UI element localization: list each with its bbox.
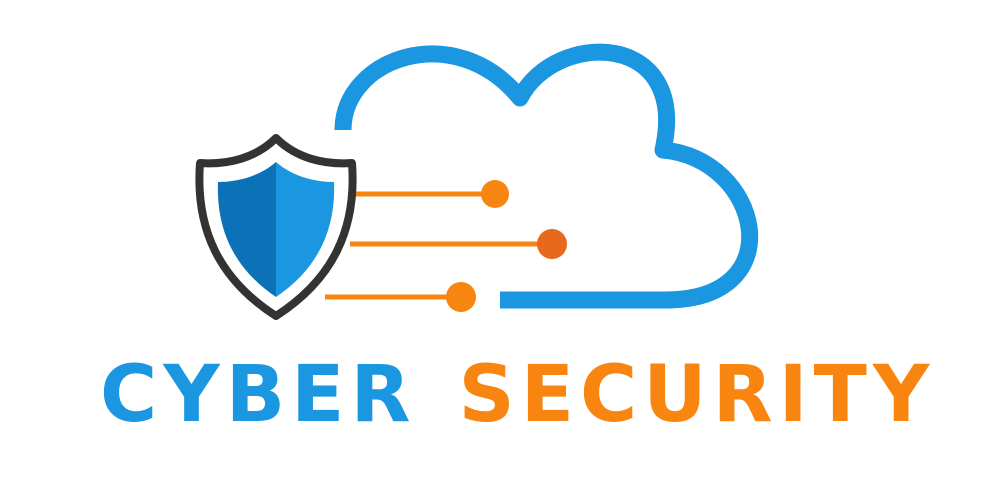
wordmark: CYBER SECURITY [100, 345, 929, 445]
circuit-dot-bottom [446, 282, 476, 312]
wordmark-cyber: CYBER [100, 350, 417, 440]
cyber-security-logo: CYBER SECURITY [0, 0, 1000, 500]
wordmark-security: SECURITY [458, 350, 936, 440]
circuit-dot-middle [537, 229, 567, 259]
cloud-icon [334, 43, 759, 309]
circuit-dot-top [481, 180, 509, 208]
shield-icon [195, 134, 357, 320]
